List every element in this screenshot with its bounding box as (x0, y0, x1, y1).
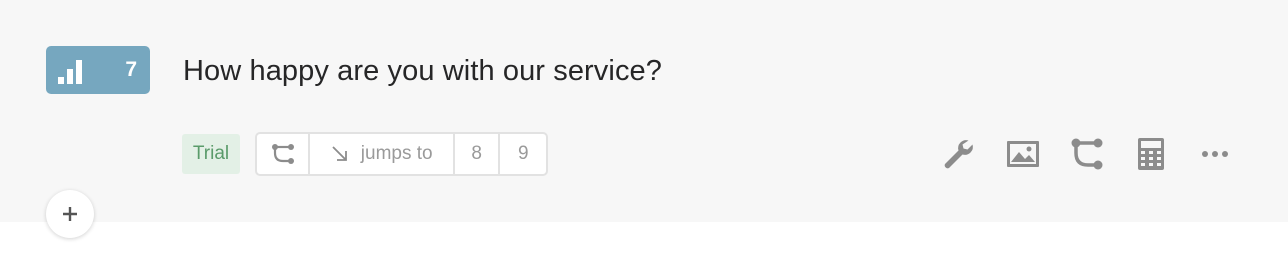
wrench-icon (944, 140, 973, 169)
logic-branch-button[interactable] (257, 134, 311, 174)
question-title[interactable]: How happy are you with our service? (183, 54, 662, 88)
question-number-badge[interactable]: 7 (46, 46, 150, 94)
branch-icon (271, 144, 294, 164)
question-number: 7 (125, 58, 137, 81)
logic-tool-button[interactable] (1070, 134, 1104, 174)
add-question-button[interactable] (46, 190, 94, 238)
arrow-down-right-icon (332, 146, 347, 161)
image-icon (1007, 141, 1039, 167)
more-options-button[interactable] (1198, 134, 1232, 174)
logic-jump-icon (1071, 138, 1103, 170)
plus-icon (63, 207, 77, 221)
jumps-to-segment[interactable]: jumps to (310, 134, 455, 174)
jumps-to-label: jumps to (360, 143, 433, 164)
calculator-icon (1138, 138, 1164, 170)
settings-tool-button[interactable] (942, 134, 976, 174)
opinion-scale-icon (58, 60, 82, 84)
more-icon (1202, 151, 1228, 157)
jump-target-9[interactable]: 9 (500, 134, 546, 174)
image-tool-button[interactable] (1006, 134, 1040, 174)
jump-target-8[interactable]: 8 (455, 134, 501, 174)
trial-tag[interactable]: Trial (182, 134, 240, 174)
calculator-tool-button[interactable] (1134, 134, 1168, 174)
logic-jump-summary[interactable]: jumps to 8 9 (255, 132, 548, 176)
question-card[interactable]: 7 How happy are you with our service? Tr… (0, 0, 1288, 238)
question-toolbar (912, 134, 1232, 174)
